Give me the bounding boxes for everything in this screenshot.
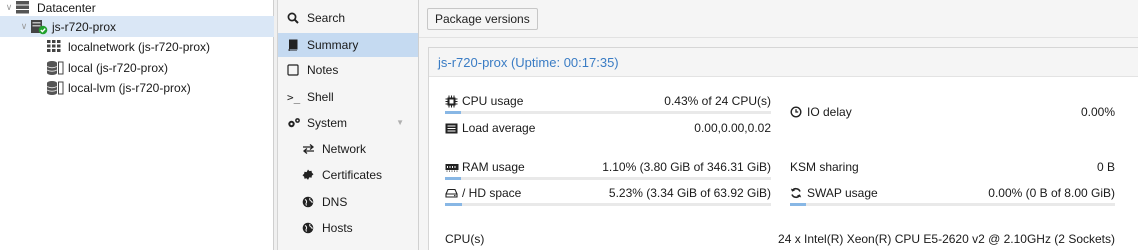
hdd-icon (445, 188, 462, 198)
toolbar: Package versions (419, 0, 1138, 38)
cpus-row: CPU(s) 24 x Intel(R) Xeon(R) CPU E5-2620… (445, 229, 1115, 249)
swap-usage-value: 0.00% (0 B of 8.00 GiB) (988, 186, 1115, 200)
node-nav-menu: Search Summary Notes >_ Shell System ▼ N… (278, 0, 419, 250)
hd-space-bar-fill (445, 203, 463, 206)
nav-label-dns: DNS (322, 195, 348, 209)
swap-usage-bar-fill (790, 203, 807, 206)
tree-label-local-lvm: local-lvm (js-r720-prox) (68, 80, 191, 95)
cpu-usage-bar-fill (445, 111, 462, 114)
tree-label-datacenter: Datacenter (37, 0, 96, 15)
terminal-icon: >_ (287, 90, 301, 104)
storage-icon (46, 60, 64, 76)
nav-label-shell: Shell (307, 90, 334, 104)
exchange-icon (302, 143, 322, 155)
ram-usage-bar (445, 177, 771, 180)
datacenter-icon (15, 0, 33, 16)
gears-icon (287, 117, 307, 129)
cpus-value: 24 x Intel(R) Xeon(R) CPU E5-2620 v2 @ 2… (778, 232, 1115, 246)
nav-item-shell[interactable]: >_ Shell (278, 85, 418, 109)
cpu-icon (445, 95, 462, 108)
hd-space-row: / HD space 5.23% (3.34 GiB of 63.92 GiB) (445, 183, 771, 203)
load-average-label: Load average (462, 121, 536, 135)
chevron-down-icon[interactable]: ▼ (396, 118, 404, 127)
summary-panel: js-r720-prox (Uptime: 00:17:35) CPU usag… (428, 47, 1138, 250)
nav-item-hosts[interactable]: Hosts (278, 216, 418, 240)
io-delay-row: IO delay 0.00% (790, 102, 1115, 122)
ram-usage-value: 1.10% (3.80 GiB of 346.31 GiB) (602, 160, 771, 174)
tree-label-node: js-r720-prox (52, 19, 117, 34)
cpu-usage-row: CPU usage 0.43% of 24 CPU(s) (445, 91, 771, 111)
tasks-icon (445, 123, 462, 134)
io-delay-value: 0.00% (1080, 105, 1115, 119)
tree-item-node[interactable]: ∨ js-r720-prox (0, 16, 274, 37)
ksm-sharing-value: 0 B (1096, 160, 1115, 174)
load-average-row: Load average 0.00,0.00,0.02 (445, 118, 771, 138)
swap-usage-row: SWAP usage 0.00% (0 B of 8.00 GiB) (790, 183, 1115, 203)
storage-icon (46, 80, 64, 96)
tree-item-local[interactable]: local (js-r720-prox) (0, 57, 274, 78)
ksm-sharing-label: KSM sharing (790, 160, 859, 174)
nav-label-certificates: Certificates (322, 168, 383, 182)
resource-tree: ∨ Datacenter ∨ js-r720-prox localnetwork… (0, 0, 274, 250)
globe-icon (302, 196, 322, 208)
ksm-sharing-row: KSM sharing 0 B (790, 157, 1115, 177)
io-delay-label: IO delay (807, 105, 852, 119)
nav-item-system[interactable]: System ▼ (278, 111, 418, 135)
cpu-usage-label: CPU usage (462, 94, 524, 108)
hd-space-value: 5.23% (3.34 GiB of 63.92 GiB) (608, 186, 771, 200)
ram-usage-label: RAM usage (462, 160, 525, 174)
tree-item-localnetwork[interactable]: localnetwork (js-r720-prox) (0, 36, 274, 57)
hd-space-bar (445, 203, 771, 206)
network-grid-icon (46, 39, 64, 55)
cpus-label: CPU(s) (445, 232, 485, 246)
nav-label-notes: Notes (307, 63, 339, 77)
node-online-icon (30, 19, 48, 35)
cpu-usage-value: 0.43% of 24 CPU(s) (664, 94, 771, 108)
hd-space-label: / HD space (462, 186, 522, 200)
notes-icon (287, 64, 307, 76)
summary-title: js-r720-prox (Uptime: 00:17:35) (429, 48, 1138, 77)
nav-item-certificates[interactable]: Certificates (278, 163, 418, 187)
nav-label-hosts: Hosts (322, 221, 353, 235)
collapse-caret-icon[interactable]: ∨ (3, 2, 15, 13)
memory-icon (445, 163, 462, 172)
tree-label-local: local (js-r720-prox) (68, 60, 169, 75)
refresh-icon (790, 187, 807, 199)
globe-icon (302, 222, 322, 234)
swap-usage-label: SWAP usage (807, 186, 878, 200)
search-icon (287, 12, 307, 24)
main-content: Package versions js-r720-prox (Uptime: 0… (419, 0, 1138, 250)
ram-usage-row: RAM usage 1.10% (3.80 GiB of 346.31 GiB) (445, 157, 771, 177)
nav-item-summary[interactable]: Summary (278, 33, 418, 57)
cpu-usage-bar (445, 111, 771, 114)
nav-item-dns[interactable]: DNS (278, 190, 418, 214)
nav-label-network: Network (322, 142, 367, 156)
nav-label-search: Search (307, 11, 346, 25)
nav-item-search[interactable]: Search (278, 6, 418, 30)
load-average-value: 0.00,0.00,0.02 (694, 121, 771, 135)
certificate-icon (302, 169, 322, 181)
nav-label-system: System (307, 116, 348, 130)
collapse-caret-icon[interactable]: ∨ (18, 21, 30, 32)
nav-label-summary: Summary (307, 38, 359, 52)
swap-usage-bar (790, 203, 1115, 206)
book-icon (287, 39, 307, 51)
clock-icon (790, 106, 807, 118)
nav-item-notes[interactable]: Notes (278, 58, 418, 82)
tree-item-local-lvm[interactable]: local-lvm (js-r720-prox) (0, 77, 274, 98)
package-versions-button[interactable]: Package versions (427, 8, 538, 30)
nav-item-network[interactable]: Network (278, 137, 418, 161)
tree-label-localnetwork: localnetwork (js-r720-prox) (68, 39, 211, 54)
ram-usage-bar-fill (445, 177, 462, 180)
